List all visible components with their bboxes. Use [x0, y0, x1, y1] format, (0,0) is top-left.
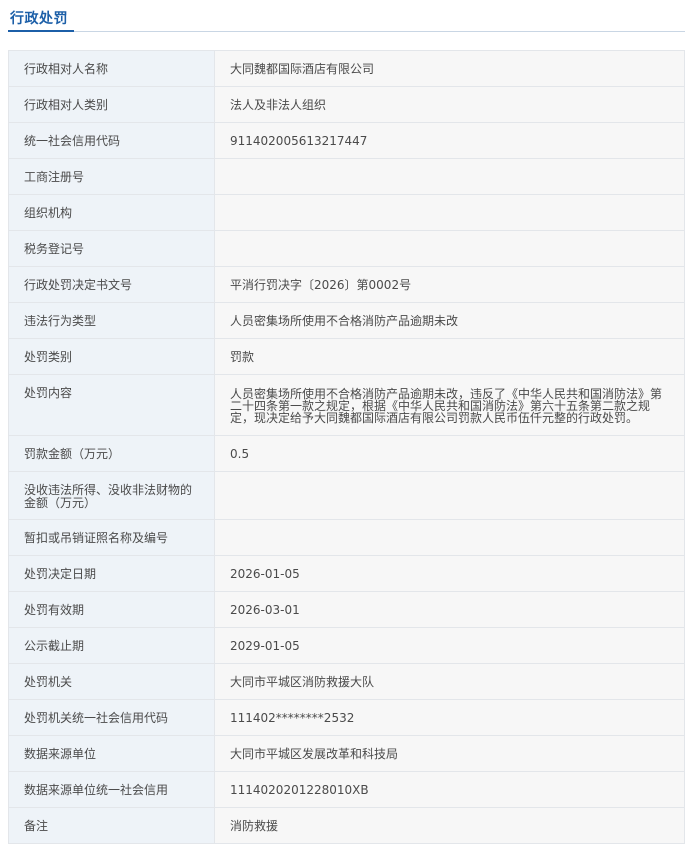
section-title-underline [8, 30, 74, 32]
row-label: 工商注册号 [8, 158, 215, 195]
table-row-decision-number: 行政处罚决定书文号 平消行罚决字〔2026〕第0002号 [8, 266, 685, 303]
table-row-tax-registration: 税务登记号 [8, 230, 685, 267]
row-value: 人员密集场所使用不合格消防产品逾期未改，违反了《中华人民共和国消防法》第二十四条… [214, 374, 685, 436]
row-label: 处罚内容 [8, 374, 215, 436]
row-label: 行政相对人名称 [8, 50, 215, 87]
row-label: 行政处罚决定书文号 [8, 266, 215, 303]
table-row-validity-period: 处罚有效期 2026-03-01 [8, 591, 685, 628]
section-title: 行政处罚 [10, 11, 68, 27]
table-row-credit-code: 统一社会信用代码 911402005613217447 [8, 122, 685, 159]
table-row-organization-code: 组织机构 [8, 194, 685, 231]
table-row-confiscation-amount: 没收违法所得、没收非法财物的金额（万元） [8, 471, 685, 520]
row-value: 人员密集场所使用不合格消防产品逾期未改 [214, 302, 685, 339]
row-value: 911402005613217447 [214, 122, 685, 159]
row-label: 统一社会信用代码 [8, 122, 215, 159]
table-row-violation-type: 违法行为类型 人员密集场所使用不合格消防产品逾期未改 [8, 302, 685, 339]
row-value: 大同市平城区消防救援大队 [214, 663, 685, 700]
table-row-data-source-credit-code: 数据来源单位统一社会信用 1114020201228010XB [8, 771, 685, 808]
row-label: 税务登记号 [8, 230, 215, 267]
row-value: 罚款 [214, 338, 685, 375]
row-label: 暂扣或吊销证照名称及编号 [8, 519, 215, 556]
row-value [214, 471, 685, 520]
row-value [214, 230, 685, 267]
row-value: 0.5 [214, 435, 685, 472]
row-value: 2029-01-05 [214, 627, 685, 664]
row-value: 111402********2532 [214, 699, 685, 736]
table-row-penalty-category: 处罚类别 罚款 [8, 338, 685, 375]
row-value: 2026-01-05 [214, 555, 685, 592]
table-row-decision-date: 处罚决定日期 2026-01-05 [8, 555, 685, 592]
table-row-business-registration: 工商注册号 [8, 158, 685, 195]
row-value: 1114020201228010XB [214, 771, 685, 808]
row-label: 处罚类别 [8, 338, 215, 375]
row-value: 消防救援 [214, 807, 685, 844]
row-value: 2026-03-01 [214, 591, 685, 628]
row-label: 处罚决定日期 [8, 555, 215, 592]
row-value: 法人及非法人组织 [214, 86, 685, 123]
table-row-publicity-deadline: 公示截止期 2029-01-05 [8, 627, 685, 664]
table-row-remarks: 备注 消防救援 [8, 807, 685, 844]
row-label: 处罚机关 [8, 663, 215, 700]
table-row-license-suspension: 暂扣或吊销证照名称及编号 [8, 519, 685, 556]
row-label: 没收违法所得、没收非法财物的金额（万元） [8, 471, 215, 520]
row-label: 处罚机关统一社会信用代码 [8, 699, 215, 736]
table-row-counterparty-name: 行政相对人名称 大同魏都国际酒店有限公司 [8, 50, 685, 87]
row-label: 行政相对人类别 [8, 86, 215, 123]
row-label: 组织机构 [8, 194, 215, 231]
row-label: 数据来源单位统一社会信用 [8, 771, 215, 808]
row-label: 违法行为类型 [8, 302, 215, 339]
row-value [214, 194, 685, 231]
row-value [214, 519, 685, 556]
row-label: 公示截止期 [8, 627, 215, 664]
row-label: 处罚有效期 [8, 591, 215, 628]
table-row-penalty-content: 处罚内容 人员密集场所使用不合格消防产品逾期未改，违反了《中华人民共和国消防法》… [8, 374, 685, 436]
row-value [214, 158, 685, 195]
table-row-fine-amount: 罚款金额（万元） 0.5 [8, 435, 685, 472]
row-value: 平消行罚决字〔2026〕第0002号 [214, 266, 685, 303]
row-label: 备注 [8, 807, 215, 844]
table-row-penalty-authority: 处罚机关 大同市平城区消防救援大队 [8, 663, 685, 700]
table-row-authority-credit-code: 处罚机关统一社会信用代码 111402********2532 [8, 699, 685, 736]
table-row-counterparty-type: 行政相对人类别 法人及非法人组织 [8, 86, 685, 123]
section-header: 行政处罚 [8, 0, 685, 32]
row-value: 大同市平城区发展改革和科技局 [214, 735, 685, 772]
row-value: 大同魏都国际酒店有限公司 [214, 50, 685, 87]
row-label: 数据来源单位 [8, 735, 215, 772]
table-row-data-source: 数据来源单位 大同市平城区发展改革和科技局 [8, 735, 685, 772]
penalty-info-table: 行政相对人名称 大同魏都国际酒店有限公司 行政相对人类别 法人及非法人组织 统一… [8, 50, 685, 844]
row-label: 罚款金额（万元） [8, 435, 215, 472]
